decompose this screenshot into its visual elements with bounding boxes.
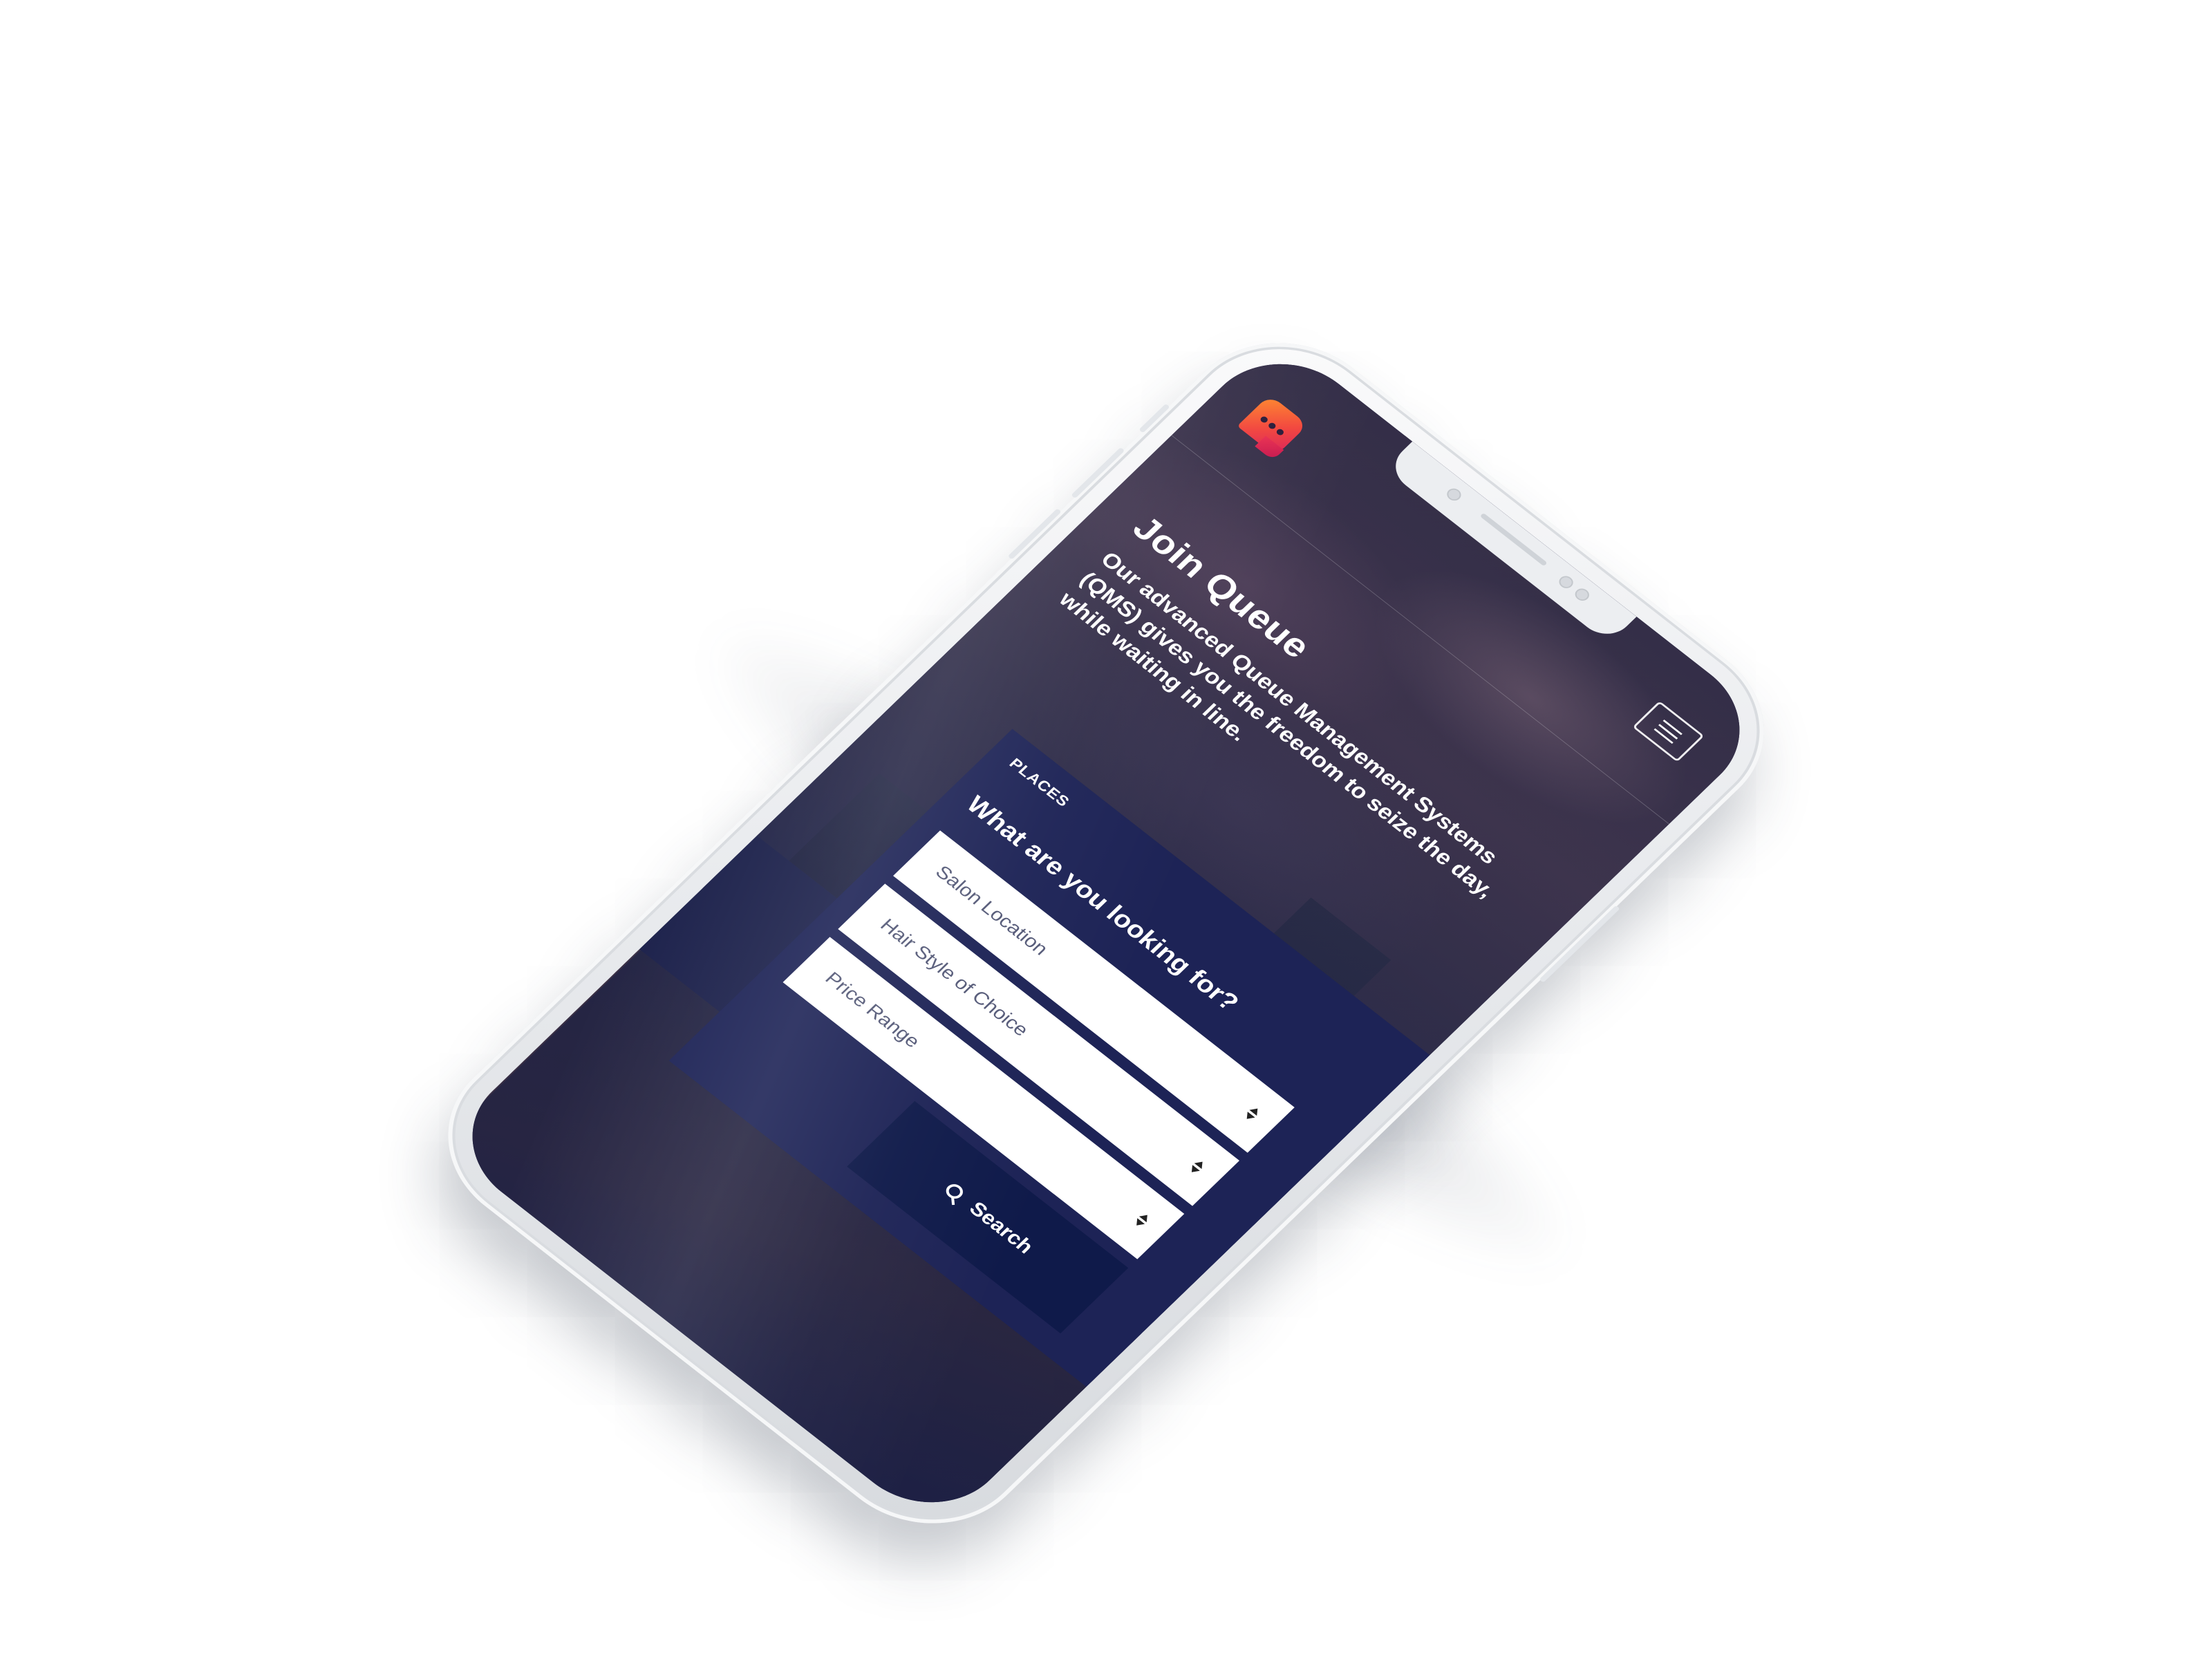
menu-bar	[1658, 724, 1678, 740]
logo-dot	[1259, 415, 1269, 424]
phone-body: Join Queue Our advanced Queue Management…	[405, 306, 1807, 1561]
search-icon	[942, 1181, 966, 1202]
menu-bar	[1662, 719, 1683, 735]
search-button-label: Search	[964, 1197, 1038, 1258]
mockup-stage: Join Queue Our advanced Queue Management…	[0, 0, 2212, 1659]
logo-dot	[1267, 421, 1277, 431]
sensor	[1572, 585, 1593, 603]
menu-bar	[1653, 728, 1674, 744]
sort-arrows-icon	[1239, 1104, 1263, 1125]
sort-arrows-icon	[1184, 1157, 1208, 1179]
sort-arrows-icon	[1130, 1210, 1153, 1232]
front-camera	[1444, 486, 1464, 503]
logo-dot	[1275, 427, 1286, 437]
phone-screen: Join Queue Our advanced Queue Management…	[438, 335, 1774, 1532]
mute-switch	[1138, 403, 1170, 433]
phone-mockup: Join Queue Our advanced Queue Management…	[405, 306, 1807, 1561]
chat-bubble-icon[interactable]	[1237, 394, 1309, 461]
sensor	[1556, 573, 1576, 591]
hamburger-menu-icon[interactable]	[1632, 700, 1705, 762]
